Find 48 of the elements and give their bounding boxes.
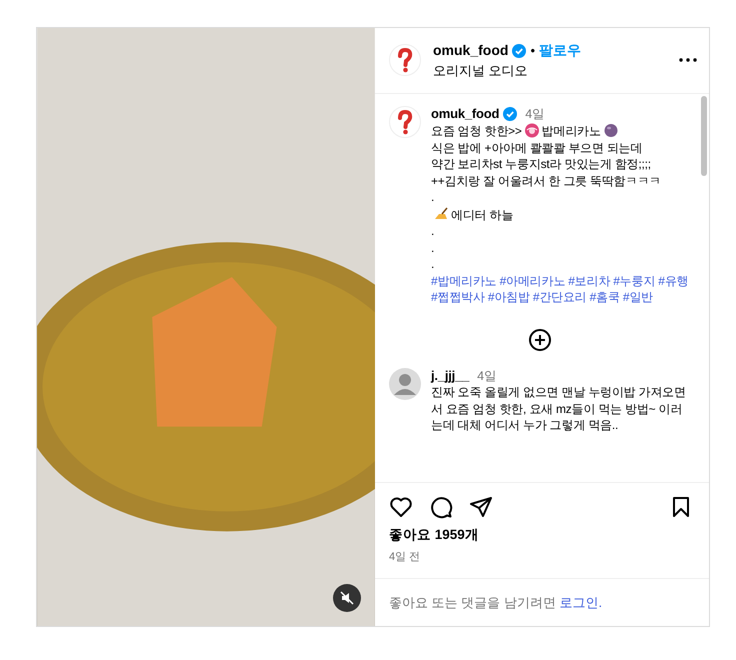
caption-text: 식은 밥에 +아아메 콸콸콸 부으면 되는데 [431,140,642,154]
more-icon[interactable] [679,58,697,62]
caption-text: 요즘 엄청 핫한>> [431,124,522,138]
audio-label: 오리지널 오디오 [433,62,529,80]
comment-text: 진짜 오죽 올릴게 없으면 맨날 누렁이밥 가져오면서 요즘 엄청 핫한, 요새 mz들이 먹는 방법~ 이러는데 대체 어디서 누가 그렇게 먹음.. [431,384,687,434]
username-link[interactable]: omuk_food [431,106,500,122]
caption-text: ++김치랑 잘 어울려서 한 그릇 뚝딱함ㅋㅋㅋ [431,174,661,188]
caption-text: . [431,224,434,238]
hashtag-link[interactable]: #일반 [622,290,653,304]
caption-text: 밥메리카노 [542,124,601,138]
like-button[interactable] [389,494,413,519]
avatar-silhouette-icon[interactable] [389,368,421,400]
separator-dot: • [530,42,536,60]
hashtag-link[interactable]: #아침밥 [488,290,530,304]
username-link[interactable]: omuk_food [433,40,508,61]
username-link[interactable]: j._jjj__ [431,368,470,384]
follow-link[interactable]: 팔로우 [539,40,582,61]
like-count: 좋아요 1959개 [388,526,480,544]
hashtag-link[interactable]: #쩝쩝박사 [431,290,485,304]
hashtag-link[interactable]: #유행 [658,274,688,288]
post-time: 4일 [525,106,545,122]
caption-text: . [431,190,434,204]
scrollbar-thumb[interactable] [701,96,707,176]
hashtag-link[interactable]: #홈쿡 [590,290,620,304]
hashtag-link[interactable]: #누룽지 [613,274,656,288]
hashtag-link[interactable]: #보리차 [568,274,610,288]
share-button[interactable] [469,494,493,519]
comment-button[interactable] [429,494,453,519]
caption-text: 에디터 하늘 [451,208,514,222]
plum-icon [602,122,619,138]
heart-icon [389,494,413,519]
avatar-icon[interactable] [389,106,421,138]
speech-bubble-icon [429,494,453,519]
avatar-icon[interactable] [389,44,421,76]
hashtag-link[interactable]: #밥메리카노 [431,274,496,288]
login-link[interactable]: 로그인. [559,594,602,610]
load-more-button[interactable] [528,328,552,352]
caption-text: . [431,240,434,254]
caption-text: 약간 보리차st 누룽지st라 맛있는게 함정;;;; [431,157,651,171]
muted-speaker-icon [340,591,354,605]
comment-time: 4일 [477,368,497,384]
login-prompt: 좋아요 또는 댓글을 남기려면 [389,594,556,610]
post-date: 4일 전 [388,550,422,565]
caption-text: . [431,257,434,271]
plus-circle-icon [528,328,552,352]
hashtag-link[interactable]: #간단요리 [532,290,587,304]
paper-plane-icon [469,494,493,519]
hashtag-link[interactable]: #아메리카노 [500,274,566,288]
